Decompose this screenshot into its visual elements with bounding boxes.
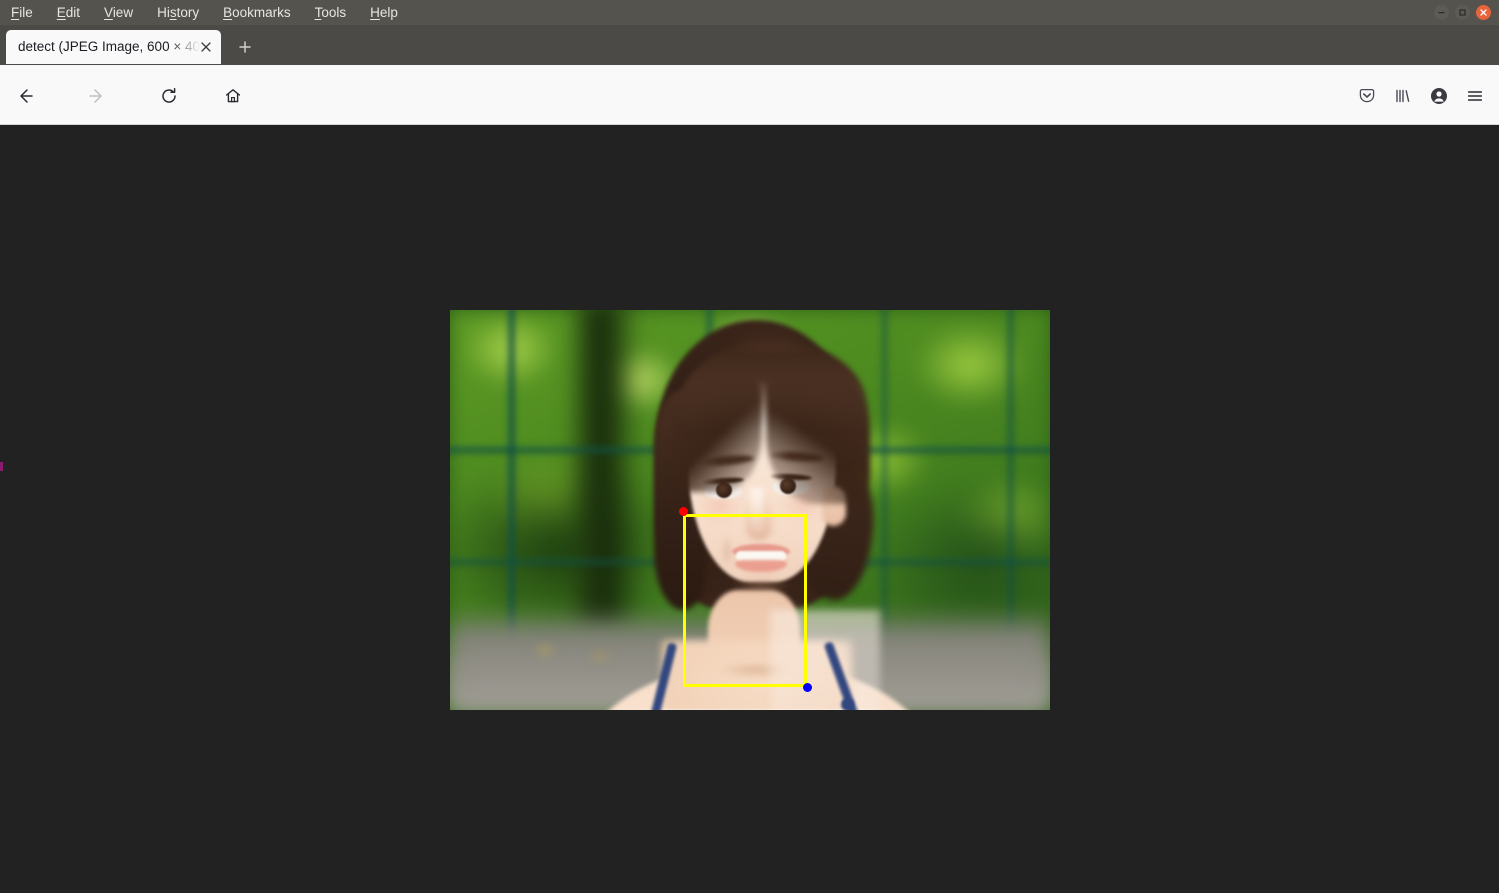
- forward-button[interactable]: [82, 81, 112, 111]
- menu-item-view[interactable]: View: [92, 0, 145, 25]
- plus-icon: [239, 41, 251, 53]
- fence-post: [880, 310, 889, 645]
- hamburger-menu-icon: [1467, 91, 1483, 101]
- tab-close-button[interactable]: [197, 38, 215, 56]
- menu-item-edit[interactable]: Edit: [45, 0, 92, 25]
- page-content-area: [0, 126, 1499, 893]
- back-button[interactable]: [10, 81, 40, 111]
- minimize-icon: [1438, 12, 1445, 14]
- render-artifact: [0, 462, 3, 471]
- tree-trunk: [570, 310, 638, 630]
- menu-item-history[interactable]: History: [145, 0, 211, 25]
- face-bounding-box: [683, 514, 807, 687]
- new-tab-button[interactable]: [232, 35, 258, 59]
- reload-button[interactable]: [154, 81, 184, 111]
- menu-item-bookmarks[interactable]: Bookmarks: [211, 0, 303, 25]
- navigation-toolbar: 10.140.12.255:5000/detect?url=https://im…: [0, 65, 1499, 185]
- menu-item-file[interactable]: File: [0, 0, 45, 25]
- home-icon: [225, 89, 241, 103]
- fence-post: [1006, 310, 1015, 645]
- tab-strip: detect (JPEG Image, 600 × 400: [0, 25, 1499, 93]
- pocket-icon: [1359, 88, 1375, 103]
- home-button[interactable]: [218, 81, 248, 111]
- pocket-button[interactable]: [1352, 81, 1382, 111]
- strap-knot: [841, 698, 854, 710]
- forward-arrow-icon: [89, 89, 102, 103]
- fence-post: [507, 310, 516, 645]
- bbox-bottom-right-point: [803, 683, 812, 692]
- menu-item-tools[interactable]: Tools: [303, 0, 359, 25]
- window-controls: [1434, 0, 1491, 25]
- app-menu-button[interactable]: [1460, 81, 1490, 111]
- bbox-top-left-point: [679, 507, 688, 516]
- reload-icon: [162, 87, 176, 103]
- account-button[interactable]: [1424, 81, 1454, 111]
- menu-item-help[interactable]: Help: [358, 0, 410, 25]
- maximize-icon: [1459, 9, 1466, 16]
- minimize-button[interactable]: [1434, 5, 1449, 20]
- library-icon: [1396, 89, 1410, 103]
- back-arrow-icon: [20, 89, 33, 103]
- maximize-button[interactable]: [1455, 5, 1470, 20]
- library-button[interactable]: [1388, 81, 1418, 111]
- close-button[interactable]: [1476, 5, 1491, 20]
- tab-title: detect (JPEG Image, 600 × 400: [18, 39, 200, 54]
- close-icon: [201, 42, 211, 52]
- close-icon: [1480, 9, 1487, 16]
- tab-detect[interactable]: detect (JPEG Image, 600 × 400: [6, 30, 221, 64]
- menu-bar: File Edit View History Bookmarks Tools H…: [0, 0, 1499, 25]
- account-icon: [1431, 88, 1447, 104]
- hair-wisp: [720, 324, 820, 352]
